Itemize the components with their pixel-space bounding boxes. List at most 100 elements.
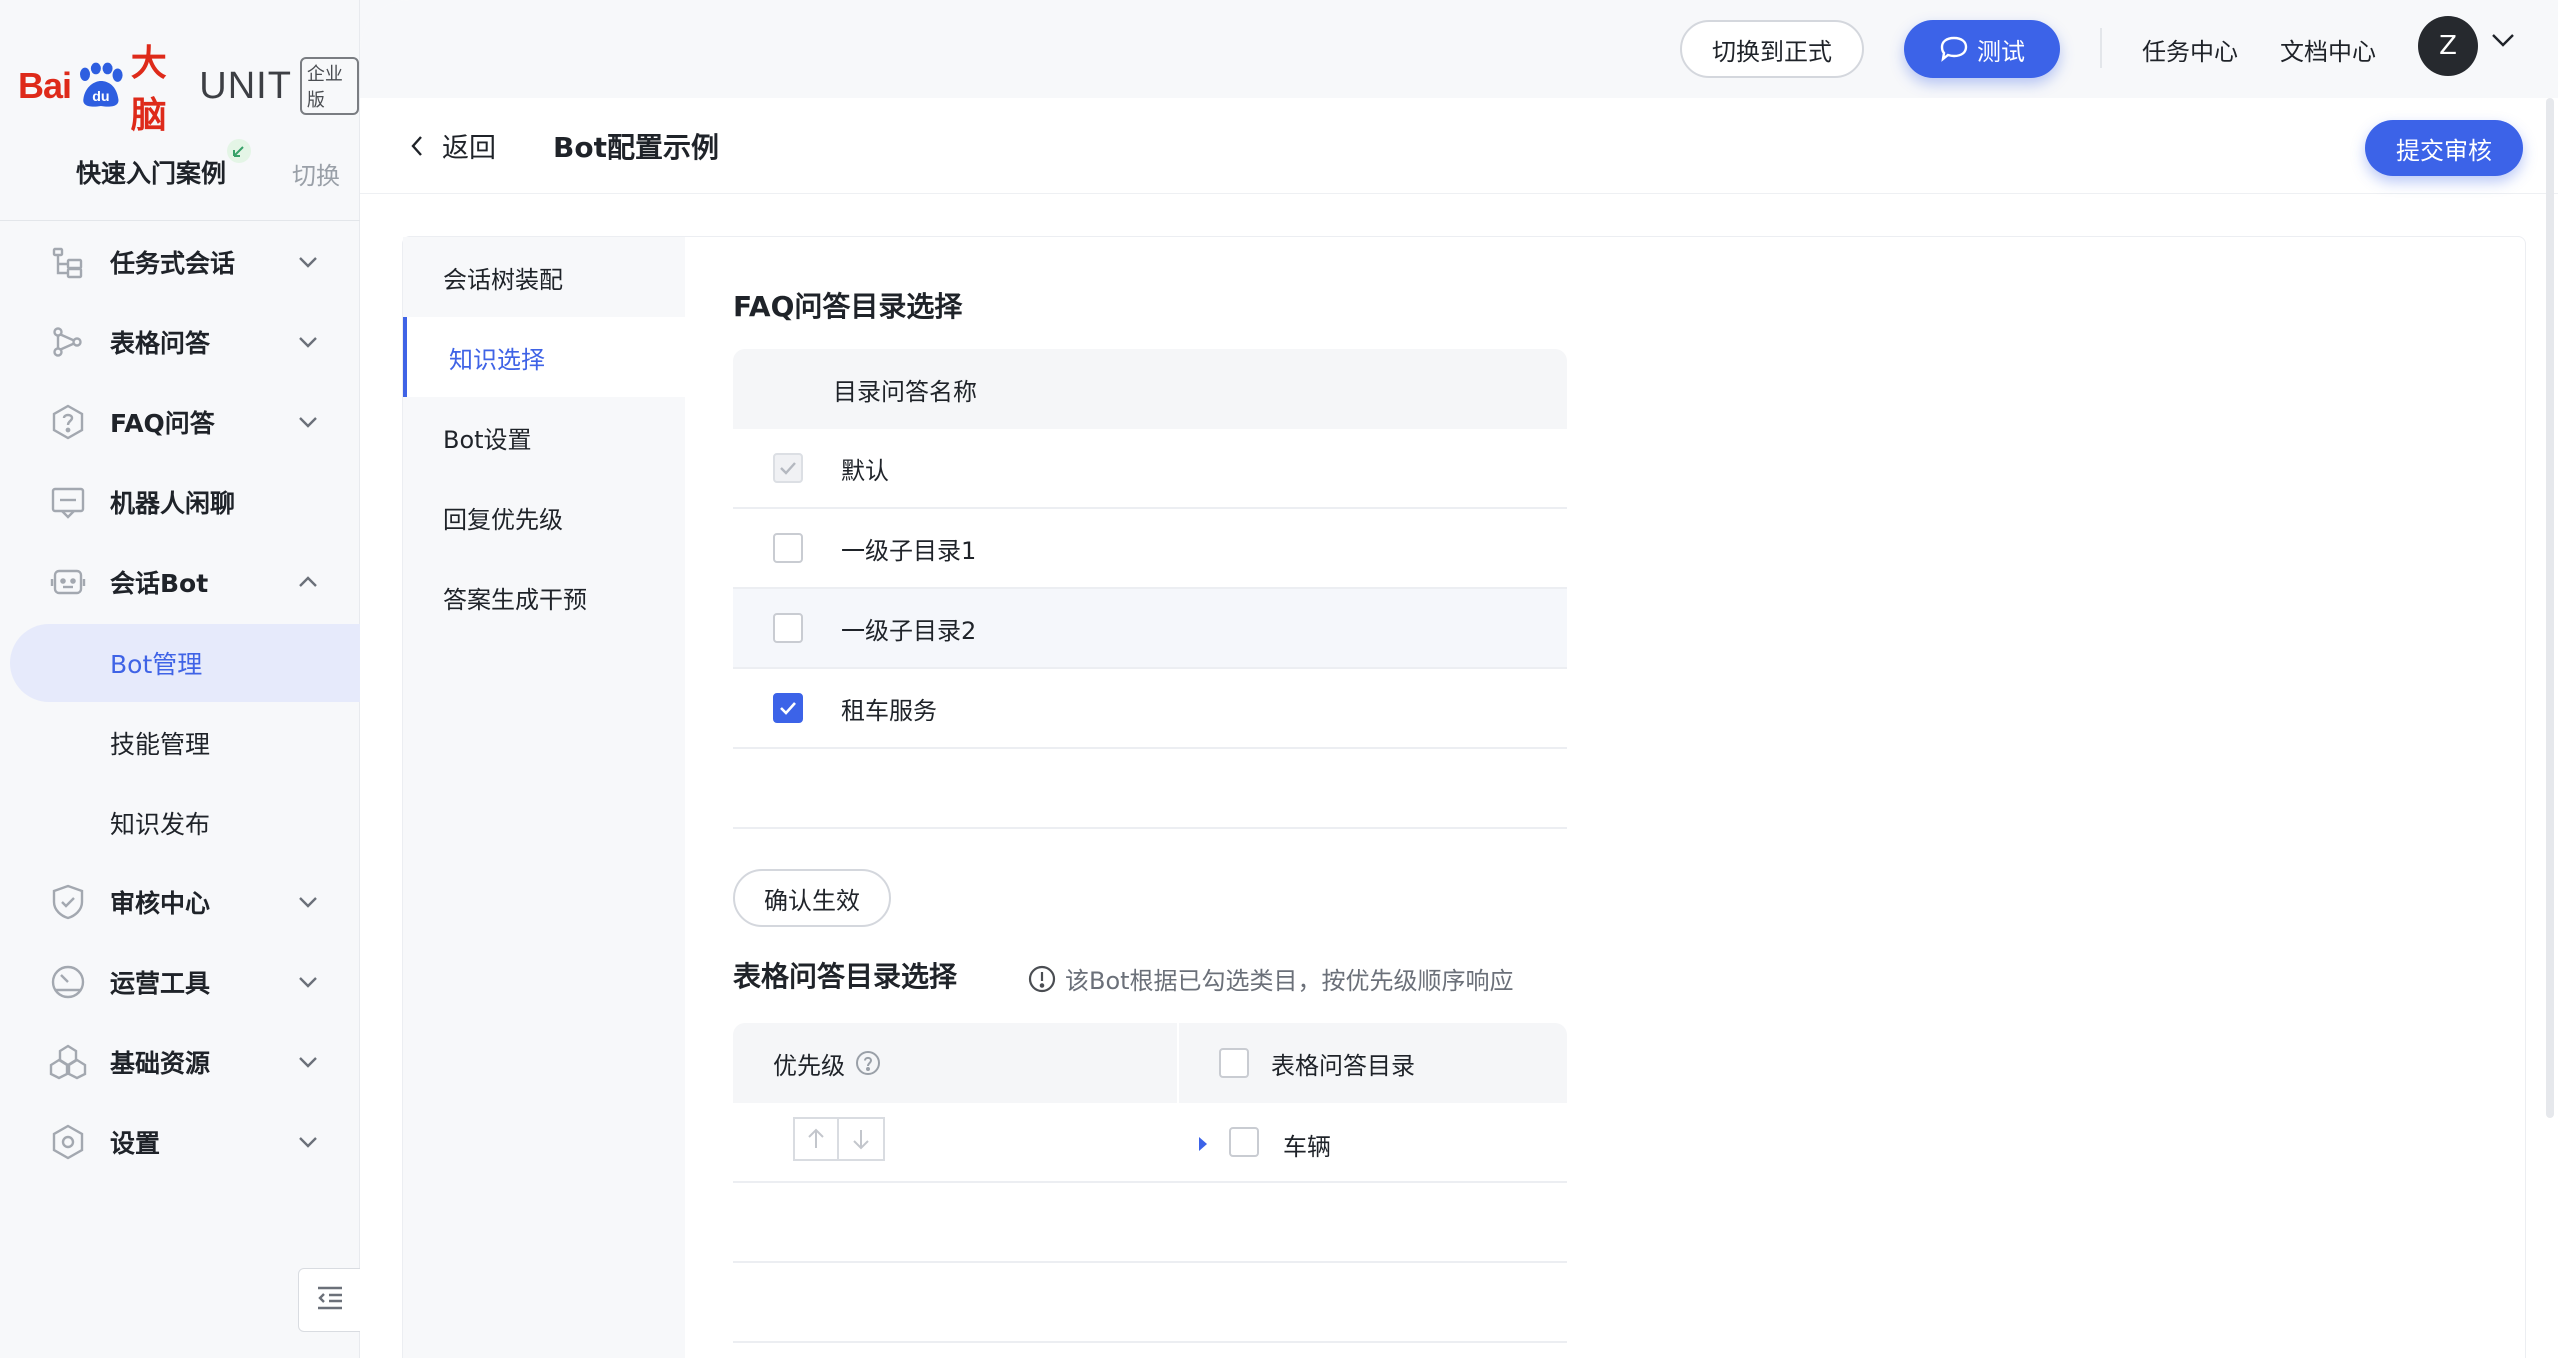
sidebar-item-label: 审核中心 <box>110 889 211 918</box>
chevron-down-icon[interactable] <box>2490 32 2516 52</box>
faq-section-title: FAQ问答目录选择 <box>733 290 963 323</box>
priority-arrows <box>793 1117 885 1161</box>
content-card: 会话树装配 知识选择 Bot设置 回复优先级 答案生成干预 FAQ问答目录选择 … <box>402 236 2526 1358</box>
test-button[interactable]: 测试 <box>1904 20 2060 78</box>
question-hexagon-icon <box>48 402 88 442</box>
sidebar-item-label: 会话Bot <box>110 569 209 598</box>
sidebar-subitem-bot-management[interactable]: Bot管理 <box>10 624 362 702</box>
select-all-checkbox[interactable] <box>1219 1048 1249 1078</box>
baidu-unit-logo: Bai du 大脑 UNIT 企业版 <box>18 42 359 135</box>
collapse-icon <box>315 1284 345 1316</box>
help-icon[interactable] <box>855 1050 881 1076</box>
table-empty-row <box>733 749 1567 829</box>
sidebar-item-label: 表格问答 <box>110 329 211 358</box>
sidebar-subitem-skill-management[interactable]: 技能管理 <box>0 704 360 782</box>
user-avatar[interactable]: Z <box>2418 16 2478 76</box>
column-header-catalog-label: 表格问答目录 <box>1271 1051 1415 1080</box>
back-button[interactable]: 返回 <box>410 126 496 165</box>
topbar-separator <box>2100 28 2102 68</box>
project-switch-link[interactable]: 切换 <box>292 156 340 191</box>
chat-icon <box>1939 35 1969 63</box>
move-up-button[interactable] <box>793 1117 839 1161</box>
task-center-link[interactable]: 任务中心 <box>2142 32 2238 67</box>
project-name: 快速入门案例 <box>76 159 227 188</box>
table-header: 目录问答名称 <box>733 349 1567 429</box>
priority-note: 该Bot根据已勾选类目，按优先级顺序响应 <box>1027 961 1514 996</box>
subnav-item-dialog-tree[interactable]: 会话树装配 <box>403 237 685 317</box>
chevron-down-icon <box>294 328 322 356</box>
logo-danao: 大脑 <box>130 42 167 135</box>
sidebar-item-table-qa[interactable]: 表格问答 <box>0 307 360 377</box>
sidebar-item-faq[interactable]: FAQ问答 <box>0 387 360 457</box>
row-checkbox[interactable] <box>773 693 803 723</box>
collapse-sidebar-button[interactable] <box>298 1268 362 1332</box>
sidebar: Bai du 大脑 UNIT 企业版 快速入门案例 切换 任务式会话 表格问答 … <box>0 0 362 1358</box>
table-row: 一级子目录1 <box>733 509 1567 589</box>
project-row: 快速入门案例 切换 <box>0 138 360 200</box>
column-divider <box>1177 1023 1179 1103</box>
column-header-priority: 优先级 <box>773 1046 881 1081</box>
column-header-priority-label: 优先级 <box>773 1051 845 1080</box>
sidebar-item-base-resources[interactable]: 基础资源 <box>0 1027 360 1097</box>
column-header-catalog: 表格问答目录 <box>1219 1046 1415 1081</box>
chevron-down-icon <box>294 1128 322 1156</box>
expand-caret-icon[interactable] <box>1197 1131 1209 1159</box>
sidebar-item-label: FAQ问答 <box>110 409 215 438</box>
sidebar-item-dialog-bot[interactable]: 会话Bot <box>0 547 360 617</box>
logo-bai: Bai <box>18 65 72 106</box>
chevron-down-icon <box>294 248 322 276</box>
sidebar-item-task-dialog[interactable]: 任务式会话 <box>0 227 360 297</box>
project-status-icon <box>226 138 252 168</box>
sidebar-divider <box>0 220 360 221</box>
subnav-item-bot-settings[interactable]: Bot设置 <box>403 397 685 477</box>
sidebar-item-label: 基础资源 <box>110 1049 211 1078</box>
chevron-down-icon <box>294 408 322 436</box>
sidebar-subitem-knowledge-publish[interactable]: 知识发布 <box>0 784 360 862</box>
table-row: 租车服务 <box>733 669 1567 749</box>
main-panel: 切换到正式 测试 任务中心 文档中心 Z 返回 Bot配置示例 提交审核 会话树… <box>360 0 2558 1358</box>
chevron-down-icon <box>294 888 322 916</box>
dashboard-icon <box>48 962 88 1002</box>
table-row: 车辆 <box>733 1103 1567 1183</box>
row-name: 车辆 <box>1283 1133 1331 1161</box>
top-bar: 切换到正式 测试 任务中心 文档中心 Z <box>360 0 2558 98</box>
config-subnav: 会话树装配 知识选择 Bot设置 回复优先级 答案生成干预 <box>403 237 685 1358</box>
task-tree-icon <box>48 242 88 282</box>
sidebar-item-review-center[interactable]: 审核中心 <box>0 867 360 937</box>
sidebar-item-ops-tools[interactable]: 运营工具 <box>0 947 360 1017</box>
switch-to-production-button[interactable]: 切换到正式 <box>1680 20 1864 78</box>
subnav-item-answer-intervention[interactable]: 答案生成干预 <box>403 557 685 637</box>
column-header-catalog-name: 目录问答名称 <box>833 377 977 406</box>
subnav-item-knowledge-select[interactable]: 知识选择 <box>403 317 685 397</box>
page-header: 返回 Bot配置示例 提交审核 <box>360 98 2558 194</box>
chevron-up-icon <box>294 568 322 596</box>
sidebar-item-label: 运营工具 <box>110 969 211 998</box>
sidebar-item-label: 机器人闲聊 <box>110 489 236 518</box>
scrollbar[interactable] <box>2546 98 2554 1118</box>
table-qa-section-title: 表格问答目录选择 <box>733 960 958 993</box>
table-header: 优先级 表格问答目录 <box>733 1023 1567 1103</box>
sidebar-subitem-label: 技能管理 <box>110 730 211 759</box>
shield-check-icon <box>48 882 88 922</box>
table-empty-row <box>733 1183 1567 1263</box>
paw-icon: du <box>80 62 123 107</box>
subnav-item-reply-priority[interactable]: 回复优先级 <box>403 477 685 557</box>
row-checkbox[interactable] <box>773 613 803 643</box>
gear-icon <box>48 1122 88 1162</box>
row-name: 一级子目录2 <box>841 616 977 645</box>
row-checkbox[interactable] <box>1229 1127 1259 1157</box>
submit-review-button[interactable]: 提交审核 <box>2365 120 2523 176</box>
row-checkbox[interactable] <box>773 533 803 563</box>
test-button-label: 测试 <box>1977 37 2025 66</box>
confirm-apply-button[interactable]: 确认生效 <box>733 869 891 927</box>
doc-center-link[interactable]: 文档中心 <box>2280 32 2376 67</box>
chevron-left-icon <box>410 134 424 158</box>
move-down-button[interactable] <box>839 1117 885 1161</box>
sidebar-item-chitchat[interactable]: 机器人闲聊 <box>0 467 360 537</box>
chat-bubble-icon <box>48 482 88 522</box>
row-name: 租车服务 <box>841 696 937 725</box>
logo-unit: UNIT <box>199 64 292 107</box>
table-row: 默认 <box>733 429 1567 509</box>
sidebar-item-settings[interactable]: 设置 <box>0 1107 360 1177</box>
priority-note-text: 该Bot根据已勾选类目，按优先级顺序响应 <box>1065 967 1514 995</box>
